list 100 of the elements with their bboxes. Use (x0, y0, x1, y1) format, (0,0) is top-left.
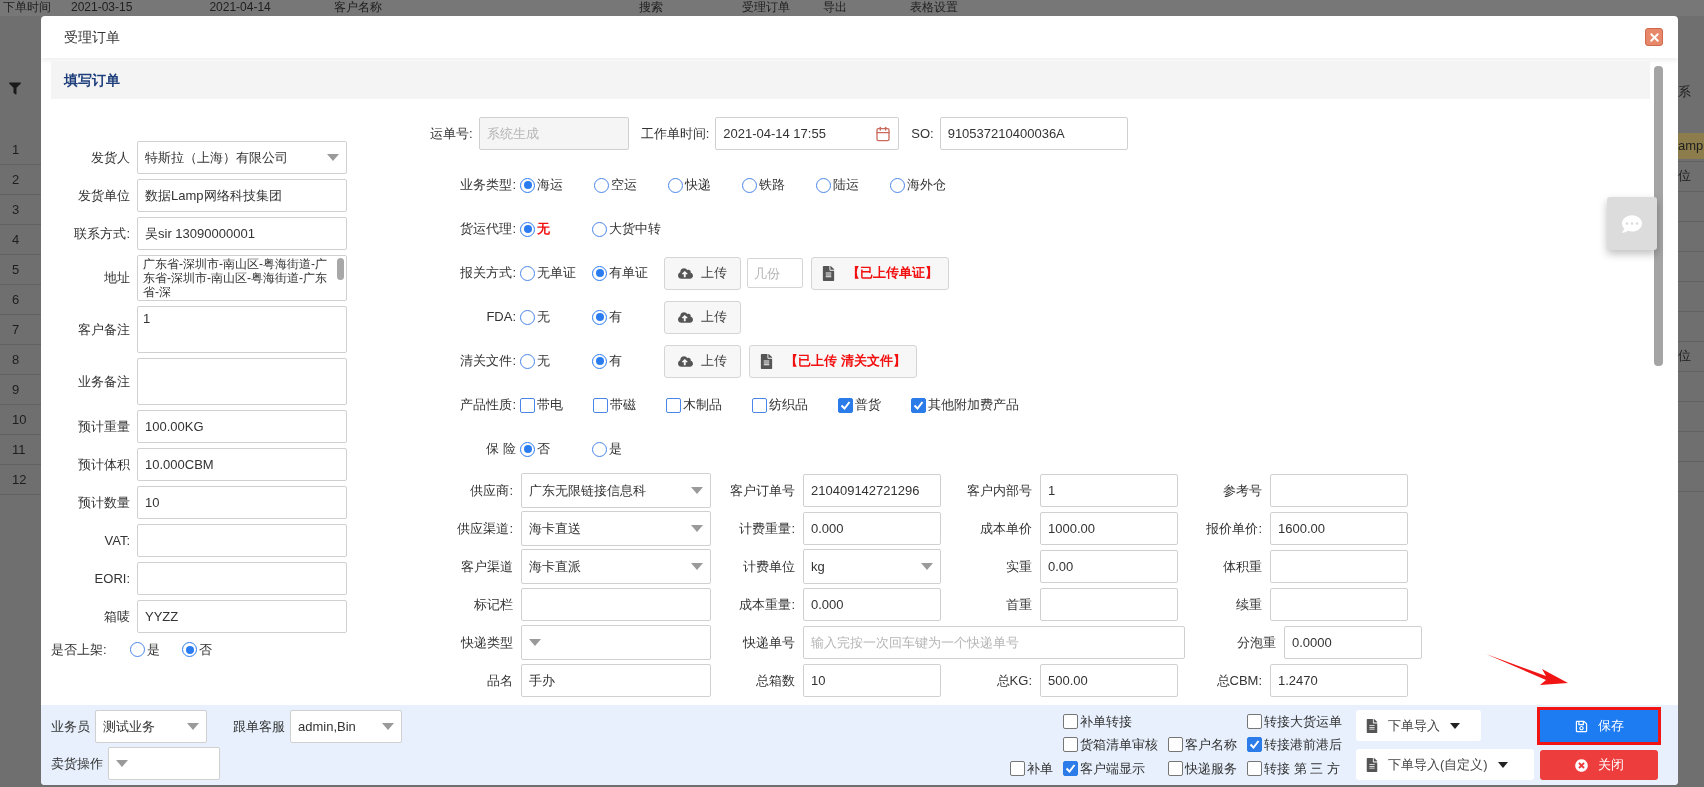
input-field[interactable]: 210409142721296 (803, 474, 941, 507)
input-field[interactable]: 10.000CBM (137, 448, 347, 481)
checkbox[interactable] (1168, 737, 1183, 753)
select-field[interactable]: 特斯拉（上海）有限公司 (137, 141, 347, 174)
radio-button[interactable] (592, 441, 607, 457)
input-field[interactable]: 0.0000 (1284, 626, 1422, 659)
input-field[interactable] (1270, 588, 1408, 621)
input-field[interactable]: 10 (803, 664, 941, 697)
input-field[interactable]: 数据Lamp网络科技集团 (137, 179, 347, 212)
input-field[interactable] (1270, 474, 1408, 507)
date-field[interactable]: 2021-04-14 17:55 (715, 117, 900, 150)
checkbox[interactable] (1010, 760, 1025, 776)
select-field[interactable]: kg (803, 549, 941, 584)
select-field[interactable]: 海卡直派 (521, 549, 711, 584)
field-label: 计费重量: (738, 519, 796, 538)
option-label: 海外仓 (907, 176, 946, 195)
calendar-icon[interactable] (875, 125, 892, 142)
radio-button[interactable] (592, 265, 607, 281)
field-label: 总箱数 (755, 671, 796, 690)
checkbox[interactable] (1063, 760, 1078, 776)
textarea-field[interactable] (137, 358, 347, 405)
select-field[interactable]: 海卡直送 (521, 511, 711, 546)
checkbox[interactable] (911, 397, 926, 413)
input-field[interactable]: 0.00 (1040, 550, 1178, 583)
radio-button[interactable] (592, 221, 607, 237)
select-field[interactable]: 测试业务 (95, 710, 207, 743)
cloud-upload-icon (678, 309, 693, 325)
input-field[interactable]: 1600.00 (1270, 512, 1408, 545)
uploaded-file-button[interactable]: 【已上传单证】 (811, 256, 949, 290)
input-field[interactable]: 500.00 (1040, 664, 1178, 697)
select-field[interactable]: 广东无限链接信息科 (521, 473, 711, 508)
input-field[interactable] (521, 588, 711, 621)
checkbox[interactable] (1168, 760, 1183, 776)
field-label: 首重 (1005, 595, 1033, 614)
checkbox[interactable] (1063, 713, 1078, 729)
import-dropdown-button[interactable]: 下单导入(自定义) (1356, 749, 1534, 780)
checkbox[interactable] (838, 397, 853, 413)
radio-button[interactable] (592, 309, 607, 325)
upload-button[interactable]: 上传 (664, 344, 741, 378)
input-field[interactable] (137, 524, 347, 557)
scrollbar-thumb[interactable] (1654, 66, 1663, 366)
input-field[interactable]: 910537210400036A (939, 117, 1128, 150)
input-field[interactable]: 100.00KG (137, 410, 347, 443)
radio-button[interactable] (520, 177, 535, 193)
radio-button[interactable] (592, 353, 607, 369)
input-field[interactable]: 0.000 (803, 512, 941, 545)
input-field[interactable]: 10 (137, 486, 347, 519)
input-field[interactable]: 1.2470 (1270, 664, 1408, 697)
input-field[interactable] (1270, 550, 1408, 583)
caret-icon (187, 723, 199, 730)
input-field[interactable]: 几份 (747, 258, 803, 288)
input-field[interactable]: 吴sir 13090000001 (137, 217, 347, 250)
save-button[interactable]: 保存 (1540, 710, 1658, 742)
input-field[interactable] (137, 562, 347, 595)
radio-button[interactable] (668, 177, 683, 193)
radio-button[interactable] (520, 221, 535, 237)
upload-button[interactable]: 上传 (664, 256, 741, 290)
field-label: 业务备注 (77, 372, 130, 391)
radio-button[interactable] (520, 309, 535, 325)
upload-button[interactable]: 上传 (664, 300, 741, 334)
checkbox[interactable] (1247, 713, 1262, 729)
radio-button[interactable] (182, 642, 197, 658)
option-label: 转接大货运单 (1264, 712, 1342, 731)
radio-button[interactable] (742, 177, 757, 193)
field-label: 参考号 (1222, 481, 1263, 500)
field-label: 预计重量 (77, 417, 130, 436)
radio-button[interactable] (130, 642, 145, 658)
select-field[interactable] (521, 625, 711, 660)
close-dialog-button[interactable]: 关闭 (1540, 750, 1658, 780)
checkbox[interactable] (752, 397, 767, 413)
filter-icon[interactable] (9, 82, 21, 95)
select-field[interactable]: admin,Bin (290, 710, 402, 743)
field-label: 是否上架: (51, 641, 108, 659)
input-field[interactable]: 1000.00 (1040, 512, 1178, 545)
radio-button[interactable] (520, 353, 535, 369)
input-field[interactable]: 手办 (521, 664, 711, 697)
checkbox[interactable] (520, 397, 535, 413)
checkbox[interactable] (593, 397, 608, 413)
field-label: 续重 (1235, 595, 1263, 614)
input-field[interactable]: 系统生成 (478, 117, 629, 150)
checkbox[interactable] (1247, 760, 1262, 776)
input-field[interactable]: 0.000 (803, 588, 941, 621)
caret-icon (921, 563, 933, 570)
uploaded-file-button[interactable]: 【已上传 清关文件】 (749, 344, 917, 378)
radio-button[interactable] (594, 177, 609, 193)
checkbox[interactable] (1063, 737, 1078, 753)
radio-button[interactable] (520, 265, 535, 281)
close-button[interactable] (1645, 28, 1663, 46)
checkbox[interactable] (1247, 737, 1262, 753)
radio-button[interactable] (890, 177, 905, 193)
import-dropdown-button[interactable]: 下单导入 (1356, 710, 1481, 741)
radio-button[interactable] (520, 441, 535, 457)
input-field[interactable]: YYZZ (137, 600, 347, 633)
radio-button[interactable] (816, 177, 831, 193)
input-field[interactable]: 1 (1040, 474, 1178, 507)
field-label: 成本重量: (738, 595, 796, 614)
select-field[interactable] (108, 747, 220, 780)
checkbox[interactable] (666, 397, 681, 413)
input-field[interactable] (1040, 588, 1178, 621)
textarea-field[interactable]: 1 (137, 306, 347, 353)
